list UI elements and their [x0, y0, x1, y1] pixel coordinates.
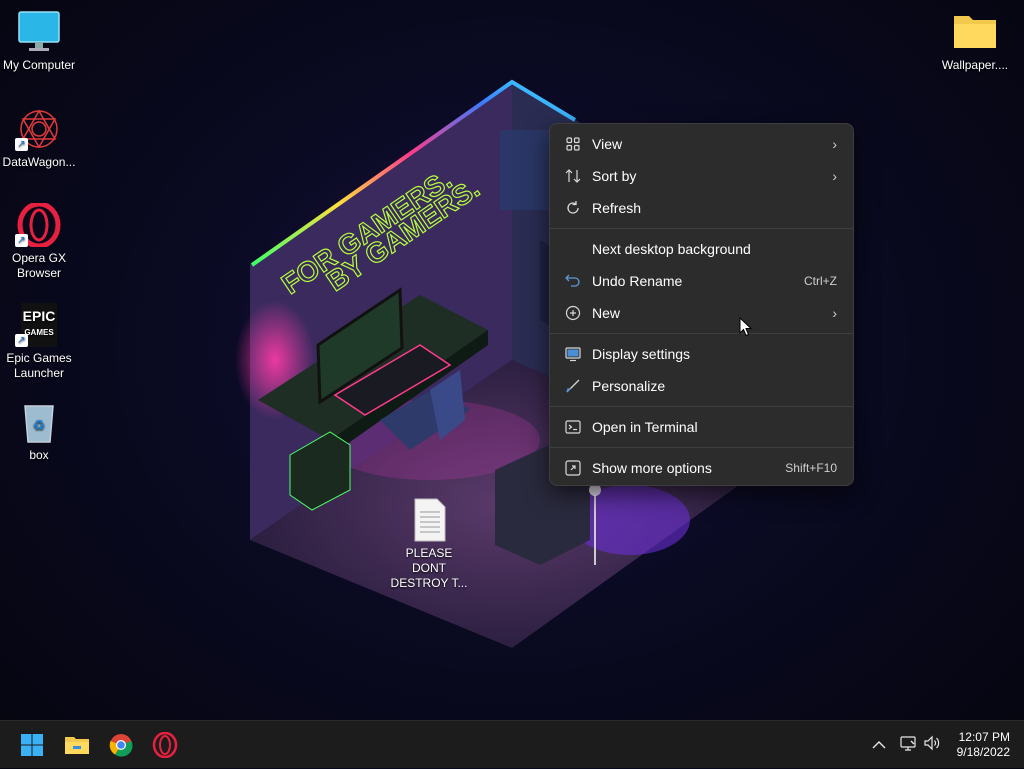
- desktop-icon-recycle-bin[interactable]: ♻ box: [1, 400, 77, 463]
- recycle-bin-icon: ♻: [15, 400, 63, 444]
- undo-icon: [564, 272, 582, 290]
- menu-item-label: View: [592, 136, 623, 152]
- file-explorer-icon: [65, 737, 89, 754]
- shortcut-arrow-icon: ↗: [15, 138, 28, 151]
- taskbar-clock[interactable]: 12:07 PM 9/18/2022: [957, 730, 1010, 760]
- shortcut-arrow-icon: ↗: [15, 234, 28, 247]
- show-hidden-icons-button[interactable]: [872, 721, 886, 769]
- text-document-icon: [405, 498, 453, 542]
- desktop-icon-label: PLEASE DONT DESTROY T...: [390, 546, 468, 590]
- menu-item-refresh[interactable]: Refresh: [550, 192, 853, 224]
- taskbar: 12:07 PM 9/18/2022: [0, 720, 1024, 768]
- folder-icon: [951, 10, 999, 54]
- grid-icon: [564, 135, 582, 153]
- menu-item-label: Next desktop background: [592, 241, 751, 257]
- menu-item-label: Display settings: [592, 346, 691, 362]
- menu-item-shortcut: Ctrl+Z: [804, 274, 837, 288]
- desktop-icon-label: Opera GX Browser: [11, 251, 67, 280]
- menu-item-personalize[interactable]: Personalize: [550, 370, 853, 402]
- menu-separator: [550, 228, 853, 229]
- chevron-right-icon: ›: [832, 136, 837, 152]
- menu-item-label: Open in Terminal: [592, 419, 698, 435]
- start-button[interactable]: [16, 729, 48, 761]
- display-icon: [564, 345, 582, 363]
- menu-item-label: Personalize: [592, 378, 666, 394]
- desktop-icon-label: box: [29, 448, 49, 462]
- datawagon-icon: ↗: [15, 107, 63, 151]
- chevron-up-icon: [872, 737, 886, 754]
- opera-gx-icon: ↗: [15, 201, 63, 249]
- menu-item-label: Sort by: [592, 168, 637, 184]
- svg-text:♻: ♻: [33, 417, 46, 433]
- network-button[interactable]: [899, 721, 917, 769]
- desktop-icon-label: Wallpaper....: [941, 58, 1009, 72]
- volume-button[interactable]: [923, 721, 941, 769]
- menu-separator: [550, 447, 853, 448]
- epic-games-icon: EPIC GAMES ↗: [15, 303, 63, 347]
- start-icon: [21, 734, 43, 756]
- more-options-icon: [564, 459, 582, 477]
- sort-icon: [564, 167, 582, 185]
- menu-item-label: Undo Rename: [592, 273, 683, 289]
- shortcut-arrow-icon: ↗: [15, 334, 28, 347]
- menu-item-open-terminal[interactable]: Open in Terminal: [550, 411, 853, 443]
- menu-item-show-more-options[interactable]: Show more options Shift+F10: [550, 452, 853, 484]
- svg-text:GAMES: GAMES: [24, 328, 54, 337]
- desktop-wallpaper: FOR GAMERS. BY GAMERS.: [235, 79, 760, 648]
- clock-time: 12:07 PM: [958, 730, 1010, 744]
- chevron-right-icon: ›: [832, 305, 837, 321]
- menu-item-label: Show more options: [592, 460, 712, 476]
- chevron-right-icon: ›: [832, 168, 837, 184]
- taskbar-chrome[interactable]: [105, 729, 137, 761]
- clock-date: 9/18/2022: [956, 745, 1010, 759]
- chrome-icon: [109, 734, 133, 757]
- desktop-icon-epic-games[interactable]: EPIC GAMES ↗ Epic Games Launcher: [1, 303, 77, 381]
- refresh-icon: [564, 199, 582, 217]
- brush-icon: [564, 377, 582, 395]
- desktop-icon-label: DataWagon...: [2, 155, 76, 169]
- taskbar-opera-gx[interactable]: [149, 729, 181, 761]
- svg-text:EPIC: EPIC: [23, 308, 56, 324]
- menu-item-display-settings[interactable]: Display settings: [550, 338, 853, 370]
- menu-item-next-background[interactable]: Next desktop background: [550, 233, 853, 265]
- desktop-icon-text-file[interactable]: PLEASE DONT DESTROY T...: [390, 498, 468, 591]
- taskbar-file-explorer[interactable]: [61, 729, 93, 761]
- terminal-icon: [564, 418, 582, 436]
- menu-item-undo-rename[interactable]: Undo Rename Ctrl+Z: [550, 265, 853, 297]
- menu-item-label: New: [592, 305, 621, 321]
- desktop-context-menu: View › Sort by › Refresh Next desktop ba…: [549, 123, 854, 486]
- opera-gx-icon: [152, 732, 178, 758]
- network-icon: [899, 735, 917, 755]
- menu-item-new[interactable]: New ›: [550, 297, 853, 329]
- menu-item-label: Refresh: [592, 200, 642, 216]
- desktop-icon-label: Epic Games Launcher: [6, 351, 72, 380]
- menu-separator: [550, 333, 853, 334]
- menu-separator: [550, 406, 853, 407]
- desktop-icon-opera-gx[interactable]: ↗ Opera GX Browser: [1, 201, 77, 281]
- desktop-icon-my-computer[interactable]: My Computer: [1, 10, 77, 73]
- desktop-icon-datawagon[interactable]: ↗ DataWagon...: [1, 107, 77, 170]
- desktop-icon-label: My Computer: [2, 58, 76, 72]
- mouse-cursor-icon: [739, 317, 753, 337]
- menu-item-view[interactable]: View ›: [550, 128, 853, 160]
- menu-item-sort-by[interactable]: Sort by ›: [550, 160, 853, 192]
- monitor-icon: [15, 10, 63, 54]
- plus-circle-icon: [564, 304, 582, 322]
- desktop-icon-wallpaper-folder[interactable]: Wallpaper....: [937, 10, 1013, 73]
- speaker-icon: [923, 735, 941, 755]
- menu-item-shortcut: Shift+F10: [785, 461, 837, 475]
